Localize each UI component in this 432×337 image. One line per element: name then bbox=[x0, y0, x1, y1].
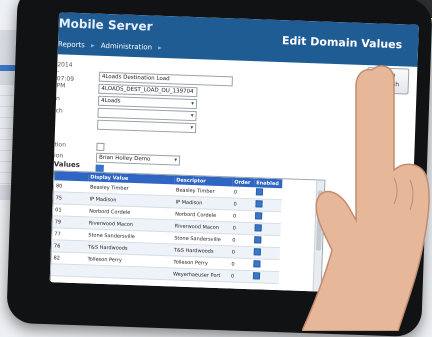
nav-administration[interactable]: Administration bbox=[101, 42, 152, 52]
type-select[interactable]: 4Loads bbox=[98, 96, 197, 109]
cell-order: 0 bbox=[230, 234, 252, 247]
cell-enabled bbox=[251, 259, 279, 272]
cell-enabled bbox=[252, 223, 280, 236]
nav-separator: ▸ bbox=[91, 41, 95, 49]
page-title: Edit Domain Values bbox=[282, 34, 403, 51]
cell-display bbox=[85, 265, 171, 280]
grid-scrollbar[interactable] bbox=[312, 180, 324, 294]
cell-order: 0 bbox=[231, 210, 253, 223]
cell-order: 0 bbox=[231, 198, 253, 211]
cell-enabled bbox=[251, 271, 279, 284]
cell-enabled bbox=[254, 187, 282, 199]
cell-enabled bbox=[252, 235, 280, 248]
filter-select[interactable] bbox=[97, 120, 196, 133]
tablet-screen: Mobile Server Edit Domain Values Reports… bbox=[50, 12, 419, 294]
brand-title: Mobile Server bbox=[58, 16, 152, 33]
enabled-checkbox[interactable] bbox=[253, 260, 260, 267]
cell-enabled bbox=[253, 199, 281, 212]
values-heading: Values bbox=[54, 160, 80, 169]
cell-enabled bbox=[252, 247, 280, 260]
field4-label: ch bbox=[56, 107, 63, 114]
tablet-device: Mobile Server Edit Domain Values Reports… bbox=[6, 0, 432, 337]
values-table: Display Value Descriptor Order Enabled 8… bbox=[51, 171, 283, 284]
save-refresh-button[interactable]: Save Refresh bbox=[366, 67, 409, 94]
field3-label: n bbox=[56, 95, 60, 102]
enabled-checkbox[interactable] bbox=[256, 188, 263, 195]
nav-reports[interactable]: Reports bbox=[58, 40, 85, 49]
cell-order: 0 bbox=[229, 270, 251, 283]
field5-label: tion bbox=[54, 141, 66, 148]
enabled-checkbox[interactable] bbox=[253, 272, 260, 279]
parent-select[interactable] bbox=[97, 108, 196, 121]
enabled-checkbox[interactable] bbox=[254, 248, 261, 255]
cell-order: 0 bbox=[229, 258, 251, 271]
cell-order: 0 bbox=[230, 246, 252, 259]
nav-separator: ▸ bbox=[158, 44, 162, 52]
option-checkbox[interactable] bbox=[96, 143, 104, 151]
cell-descriptor: Weyerhaeuser Port bbox=[171, 268, 229, 282]
cell-enabled bbox=[253, 211, 281, 224]
enabled-checkbox[interactable] bbox=[255, 224, 262, 231]
cell-order: 0 bbox=[230, 222, 252, 235]
cell-id bbox=[51, 264, 85, 277]
values-grid: Display Value Descriptor Order Enabled 8… bbox=[50, 170, 326, 294]
enabled-checkbox[interactable] bbox=[255, 200, 262, 207]
cell-order: 0 bbox=[232, 186, 254, 198]
enabled-checkbox[interactable] bbox=[255, 212, 262, 219]
enabled-checkbox[interactable] bbox=[254, 236, 261, 243]
code-field[interactable]: 4LOADS_DEST_LOAD_OU_139704 bbox=[98, 84, 197, 97]
app-header: Mobile Server Edit Domain Values Reports… bbox=[58, 12, 419, 67]
nav-bar: Reports ▸ Administration ▸ bbox=[58, 40, 166, 52]
field6-label: ion bbox=[54, 152, 63, 159]
refresh-label: Refresh bbox=[368, 79, 408, 89]
